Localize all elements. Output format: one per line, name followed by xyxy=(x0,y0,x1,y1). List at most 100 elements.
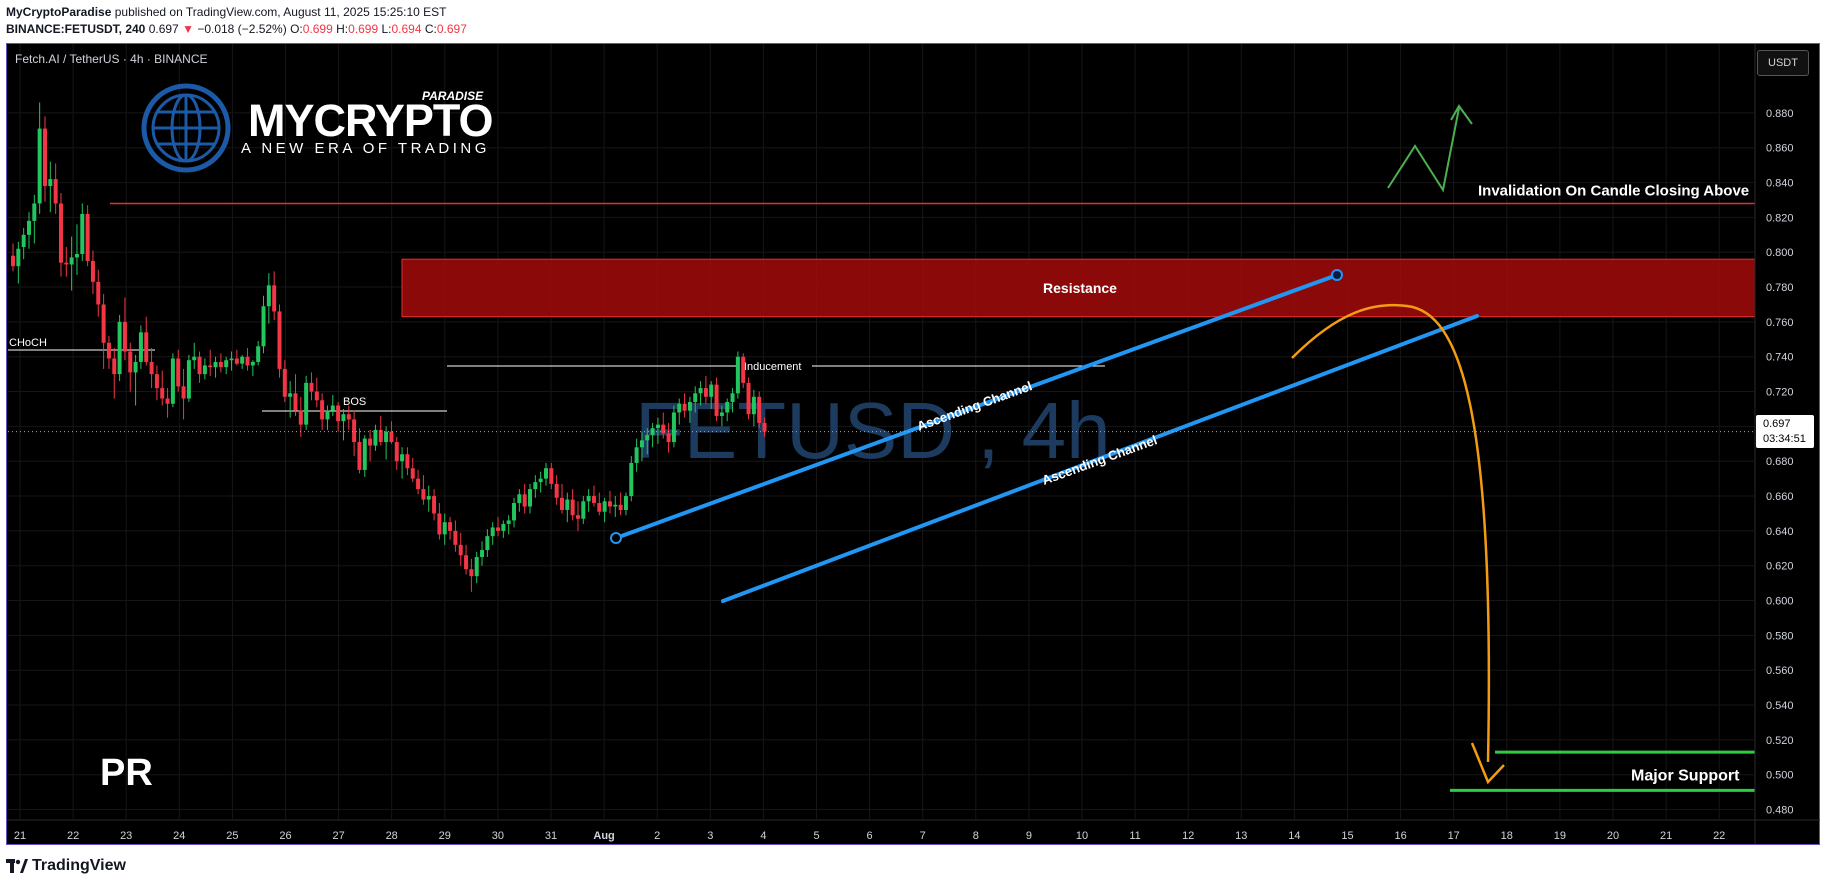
candle-body xyxy=(682,403,687,411)
candle-body xyxy=(618,504,623,510)
candle-body xyxy=(282,368,287,397)
candle-body xyxy=(607,501,612,507)
price-tick-label: 0.720 xyxy=(1766,387,1794,399)
brand-tagline: A NEW ERA OF TRADING xyxy=(241,140,490,157)
time-tick-label: 18 xyxy=(1501,830,1513,842)
candle-body xyxy=(757,396,762,423)
candle-body xyxy=(405,454,410,469)
candle-body xyxy=(133,361,138,373)
candle-body xyxy=(517,494,522,504)
candle-body xyxy=(53,179,58,204)
candle-body xyxy=(714,384,719,416)
candle-body xyxy=(85,213,90,261)
time-tick-label: 7 xyxy=(920,830,926,842)
candle-body xyxy=(634,447,639,463)
time-tick-label: 20 xyxy=(1607,830,1619,842)
time-tick-label: 11 xyxy=(1129,830,1140,842)
current-price-tag: 0.697 03:34:51 xyxy=(1756,415,1814,448)
price-tick-label: 0.660 xyxy=(1766,491,1794,503)
resistance-label: Resistance xyxy=(1043,280,1117,296)
candle-body xyxy=(709,384,714,397)
candle-body xyxy=(410,468,415,479)
brand-paradise: PARADISE xyxy=(422,89,484,103)
chart-symbol-label[interactable]: Fetch.AI / TetherUS · 4h · BINANCE xyxy=(15,52,208,66)
candle-body xyxy=(474,557,479,577)
price-tick-label: 0.540 xyxy=(1766,700,1794,712)
time-tick-label: 2 xyxy=(654,830,660,842)
candle-body xyxy=(671,412,676,443)
bar-countdown: 03:34:51 xyxy=(1763,433,1806,445)
candle-body xyxy=(581,501,586,519)
candle-body xyxy=(16,248,21,267)
bullish-path xyxy=(1387,107,1460,193)
candle-body xyxy=(751,396,756,415)
candle-body xyxy=(314,391,319,401)
candle-body xyxy=(320,400,325,420)
candle-body xyxy=(698,388,703,394)
candle-body xyxy=(426,496,431,500)
candle-body xyxy=(352,419,357,443)
candle-body xyxy=(501,523,506,531)
candle-body xyxy=(341,414,346,422)
candle-body xyxy=(298,410,303,425)
candle-body xyxy=(32,203,37,221)
candle-body xyxy=(362,438,367,470)
candle-body xyxy=(506,520,511,524)
candle-body xyxy=(112,358,117,375)
candle-body xyxy=(591,496,596,504)
candle-body xyxy=(368,438,373,446)
current-price-value: 0.697 xyxy=(1763,418,1791,430)
invalidation-label: Invalidation On Candle Closing Above xyxy=(1478,182,1749,199)
price-tick-label: 0.560 xyxy=(1766,665,1794,677)
time-tick-label: 28 xyxy=(386,830,398,842)
candle-body xyxy=(746,382,751,415)
candle-body xyxy=(613,504,618,507)
time-tick-label: 8 xyxy=(973,830,979,842)
candle-body xyxy=(69,257,74,265)
candle-body xyxy=(64,262,69,265)
pr-label: PR xyxy=(100,752,153,794)
candle-body xyxy=(485,536,490,551)
candle-body xyxy=(74,253,79,258)
candle-body xyxy=(629,462,634,497)
candle-body xyxy=(128,351,133,373)
candle-body xyxy=(533,482,538,490)
candle-body xyxy=(762,422,767,432)
candle-body xyxy=(229,358,234,361)
candle-body xyxy=(160,388,165,399)
candle-body xyxy=(639,440,644,448)
time-tick-label: 16 xyxy=(1394,830,1406,842)
tradingview-logo[interactable]: TradingView xyxy=(6,857,126,875)
time-tick-label: 27 xyxy=(332,830,344,842)
candle-body xyxy=(554,483,559,498)
candle-body xyxy=(336,405,341,422)
candle-body xyxy=(586,496,591,502)
candle-body xyxy=(549,468,554,484)
candle-body xyxy=(186,360,191,399)
candle-body xyxy=(58,203,63,263)
candle-body xyxy=(677,403,682,413)
price-tick-label: 0.740 xyxy=(1766,352,1794,364)
channel-upper-start-handle[interactable] xyxy=(610,532,622,544)
time-tick-label: 3 xyxy=(707,830,713,842)
candle-body xyxy=(165,398,170,404)
candle-body xyxy=(575,515,580,519)
candle-body xyxy=(687,402,692,411)
candle-body xyxy=(149,361,154,375)
candle-body xyxy=(325,410,330,420)
candle-body xyxy=(80,213,85,254)
candle-body xyxy=(224,360,229,368)
candle-body xyxy=(490,527,495,537)
candle-body xyxy=(496,527,501,531)
candle-body xyxy=(741,356,746,383)
candle-body xyxy=(623,496,628,510)
choch-label: CHoCH xyxy=(9,337,47,349)
candle-body xyxy=(346,414,351,420)
candle-body xyxy=(272,285,277,312)
channel-upper-end-handle[interactable] xyxy=(1331,269,1343,281)
price-tick-label: 0.760 xyxy=(1766,317,1794,329)
currency-button[interactable]: USDT xyxy=(1757,50,1809,76)
candle-body xyxy=(90,260,95,282)
candle-body xyxy=(122,321,127,352)
time-tick-label: 6 xyxy=(867,830,873,842)
